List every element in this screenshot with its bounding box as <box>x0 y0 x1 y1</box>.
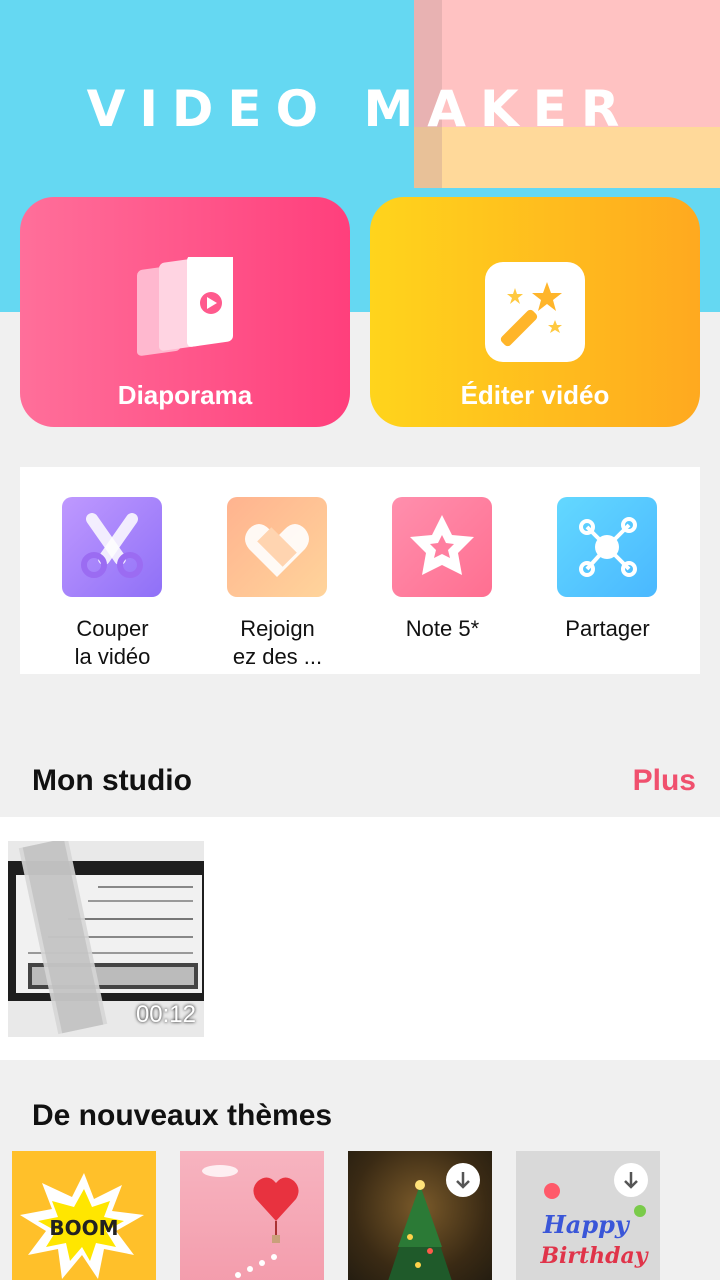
film-heart-icon <box>227 497 327 597</box>
svg-text:Happy: Happy <box>542 1210 631 1239</box>
theme-card-boom[interactable]: BOOM <box>12 1151 156 1280</box>
star-icon <box>392 497 492 597</box>
download-icon[interactable] <box>614 1163 648 1197</box>
scissors-icon <box>62 497 162 597</box>
tool-cut-video[interactable]: Couper la vidéo <box>30 497 195 677</box>
theme-card-birthday[interactable]: Happy Birthday <box>516 1151 660 1280</box>
slideshow-icon <box>137 257 233 356</box>
share-icon <box>557 497 657 597</box>
tool-label: Rejoign ez des ... <box>232 616 323 669</box>
tool-label: Note 5* <box>405 616 480 641</box>
edit-video-button[interactable]: Éditer vidéo <box>370 197 700 427</box>
theme-card-christmas[interactable] <box>348 1151 492 1280</box>
boom-burst-image: BOOM <box>20 1173 144 1279</box>
tool-share[interactable]: Partager <box>525 497 690 677</box>
svg-text:Birthday: Birthday <box>539 1243 649 1269</box>
slideshow-button[interactable]: Diaporama <box>20 197 350 427</box>
studio-title: Mon studio <box>32 764 192 797</box>
tool-label: Couper la vidéo <box>74 616 151 669</box>
theme-card-heart-balloon[interactable] <box>180 1151 324 1280</box>
edit-video-label: Éditer vidéo <box>460 380 610 410</box>
tool-join-videos[interactable]: Rejoign ez des ... <box>195 497 360 677</box>
studio-more-link[interactable]: Plus <box>633 764 696 798</box>
slideshow-label: Diaporama <box>117 380 253 410</box>
themes-title: De nouveaux thèmes <box>32 1099 333 1132</box>
svg-text:BOOM: BOOM <box>49 1216 118 1240</box>
download-icon[interactable] <box>446 1163 480 1197</box>
studio-panel: 00:12 <box>0 817 720 1060</box>
heart-balloon-image <box>202 1165 299 1278</box>
tool-label: Partager <box>565 616 650 641</box>
video-thumbnail[interactable]: 00:12 <box>8 841 204 1037</box>
video-duration: 00:12 <box>135 1001 196 1028</box>
tools-panel: Couper la vidéo Rejoign ez des ... Note … <box>20 467 700 674</box>
app-title: VIDEO MAKER <box>86 80 634 138</box>
tool-rate[interactable]: Note 5* <box>360 497 525 677</box>
magic-wand-icon <box>485 262 585 362</box>
